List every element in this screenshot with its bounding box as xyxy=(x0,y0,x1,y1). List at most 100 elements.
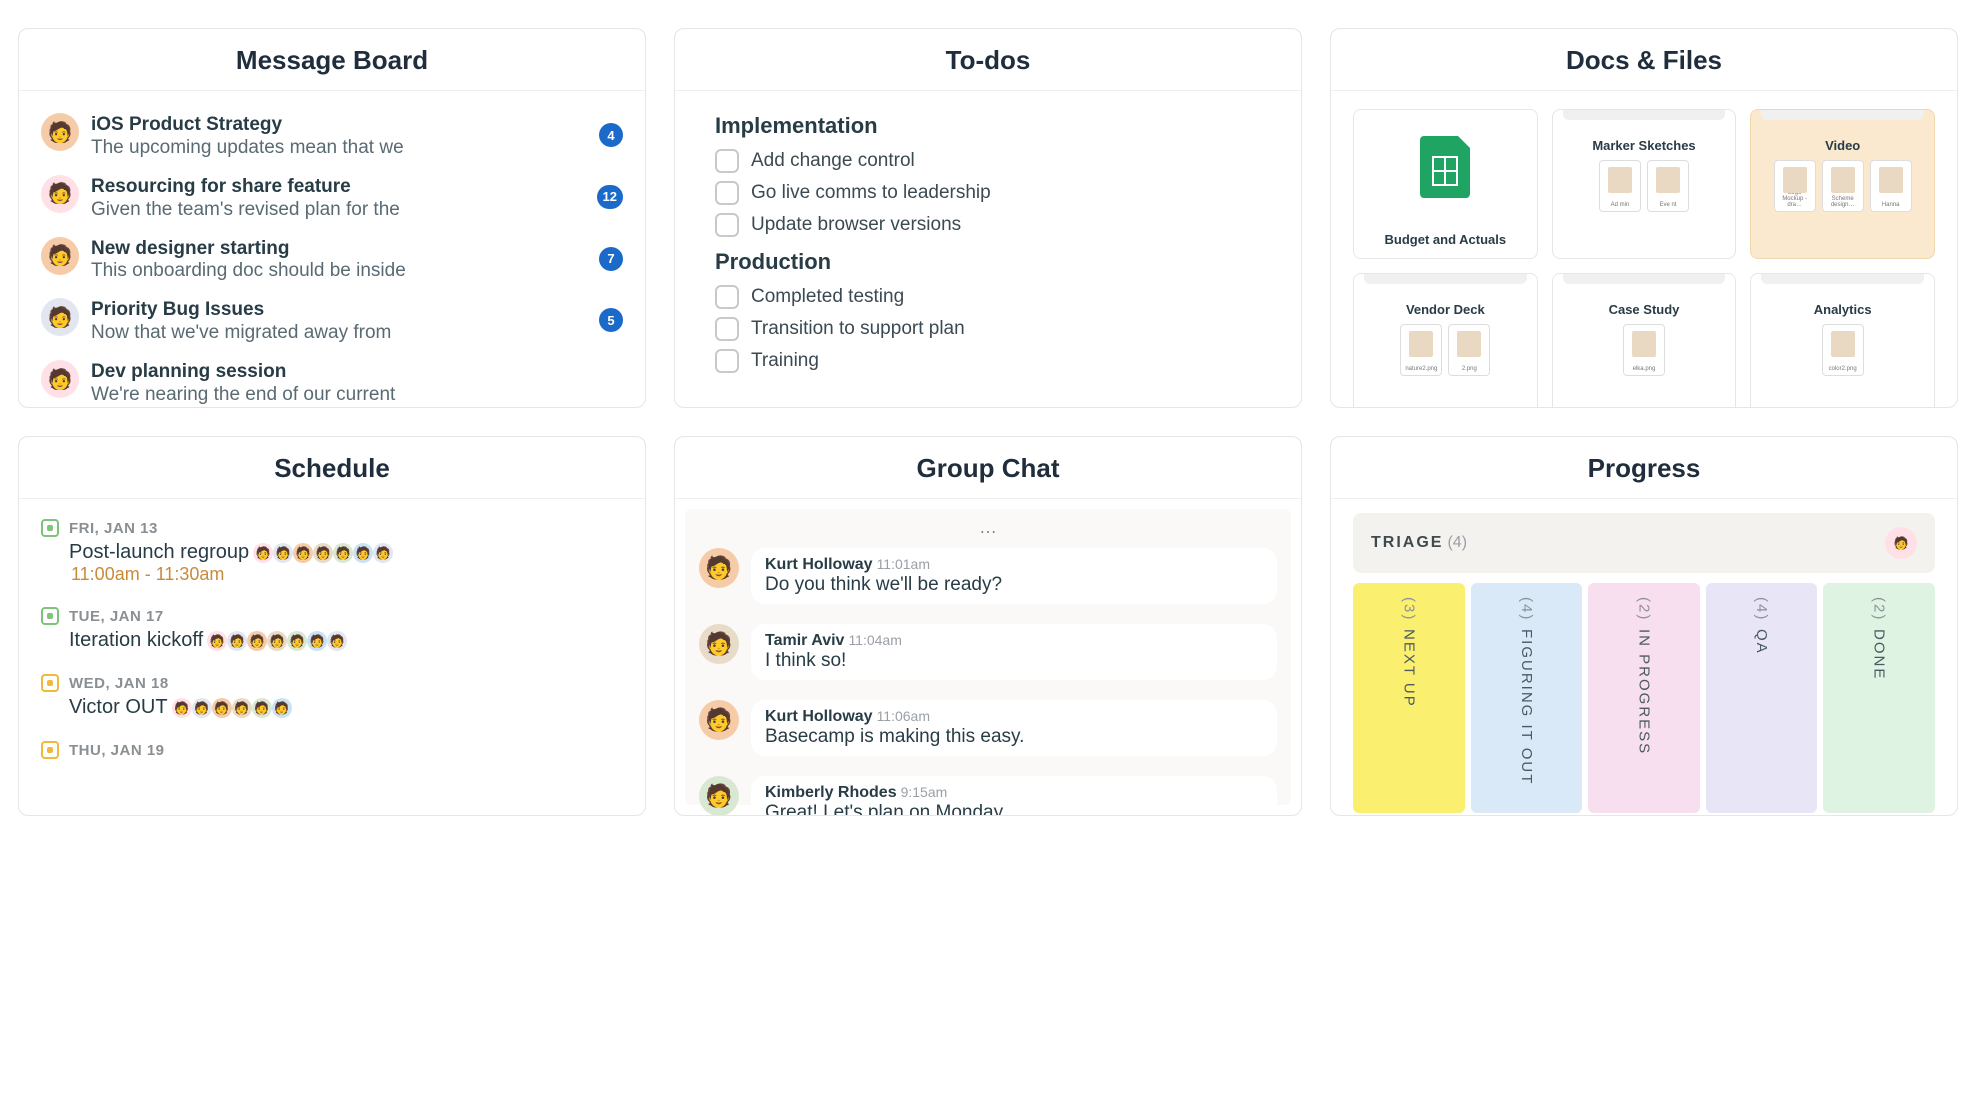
kanban-column[interactable]: (4)QA xyxy=(1706,583,1818,813)
doc-tile[interactable]: Analytics color2.png xyxy=(1750,273,1935,407)
progress-card[interactable]: Progress TRIAGE(4) 🧑 (3)NEXT UP(4)FIGURI… xyxy=(1330,436,1958,816)
doc-name: Analytics xyxy=(1814,302,1872,318)
unread-badge: 4 xyxy=(599,123,623,147)
chat-author: Kurt Holloway xyxy=(765,556,873,573)
event-title: Post-launch regroup xyxy=(69,541,249,564)
checkbox-icon[interactable] xyxy=(715,181,739,205)
doc-thumb: Eve nt xyxy=(1647,160,1689,212)
chat-ellipsis: … xyxy=(693,517,1283,538)
attendee-avatar: 🧑 xyxy=(207,631,227,651)
message-item[interactable]: 🧑Dev planning sessionWe're nearing the e… xyxy=(41,352,623,407)
checkbox-icon[interactable] xyxy=(715,149,739,173)
avatar: 🧑 xyxy=(41,360,79,398)
doc-tile[interactable]: Marker SketchesAd minEve nt xyxy=(1552,109,1737,259)
avatar: 🧑 xyxy=(699,700,739,740)
column-count: (4) xyxy=(1518,597,1535,621)
schedule-card[interactable]: Schedule FRI, JAN 13Post-launch regroup … xyxy=(18,436,646,816)
todo-list-heading[interactable]: Production xyxy=(715,249,1279,275)
schedule-event[interactable]: WED, JAN 18Victor OUT 🧑🧑🧑🧑🧑🧑 xyxy=(41,668,623,735)
doc-tile[interactable]: VideoLogo Mockup - dra…Scheme design…Han… xyxy=(1750,109,1935,259)
chat-author: Kurt Holloway xyxy=(765,708,873,725)
attendee-avatar: 🧑 xyxy=(313,543,333,563)
todo-item[interactable]: Transition to support plan xyxy=(715,313,1279,345)
attendee-avatars: 🧑🧑🧑🧑🧑🧑🧑 xyxy=(209,631,347,651)
message-item[interactable]: 🧑New designer startingThis onboarding do… xyxy=(41,229,623,291)
triage-count: (4) xyxy=(1447,534,1467,551)
todo-list-heading[interactable]: Implementation xyxy=(715,113,1279,139)
docs-body: Budget and ActualsMarker SketchesAd minE… xyxy=(1331,91,1957,407)
kanban-column[interactable]: (2)DONE xyxy=(1823,583,1935,813)
doc-thumb: Scheme design… xyxy=(1822,160,1864,212)
attendee-avatar: 🧑 xyxy=(192,698,212,718)
todo-text: Transition to support plan xyxy=(751,318,965,340)
message-item[interactable]: 🧑Priority Bug IssuesNow that we've migra… xyxy=(41,290,623,352)
todo-item[interactable]: Training xyxy=(715,345,1279,377)
chat-text: Do you think we'll be ready? xyxy=(765,574,1263,596)
message-board-card[interactable]: Message Board 🧑iOS Product StrategyThe u… xyxy=(18,28,646,408)
calendar-icon xyxy=(41,674,59,692)
kanban-columns: (3)NEXT UP(4)FIGURING IT OUT(2)IN PROGRE… xyxy=(1353,583,1935,813)
todo-item[interactable]: Go live comms to leadership xyxy=(715,177,1279,209)
attendee-avatar: 🧑 xyxy=(353,543,373,563)
column-count: (3) xyxy=(1400,597,1417,621)
chat-text: I think so! xyxy=(765,650,1263,672)
todo-text: Completed testing xyxy=(751,286,904,308)
chat-message[interactable]: 🧑Kimberly Rhodes9:15amGreat! Let's plan … xyxy=(693,766,1283,815)
chat-text: Basecamp is making this easy. xyxy=(765,726,1263,748)
todo-text: Update browser versions xyxy=(751,214,961,236)
doc-thumb: color2.png xyxy=(1822,324,1864,376)
chat-message[interactable]: 🧑Tamir Aviv11:04amI think so! xyxy=(693,614,1283,690)
attendee-avatar: 🧑 xyxy=(287,631,307,651)
kanban-column[interactable]: (3)NEXT UP xyxy=(1353,583,1465,813)
todo-item[interactable]: Completed testing xyxy=(715,281,1279,313)
chat-message[interactable]: 🧑 Kurt Holloway11:06am Basecamp is making … xyxy=(693,690,1283,766)
chat-author: Tamir Aviv xyxy=(765,632,844,649)
kanban-column[interactable]: (4)FIGURING IT OUT xyxy=(1471,583,1583,813)
doc-tile[interactable]: Vendor Decknature2.png2.png xyxy=(1353,273,1538,407)
kanban-column[interactable]: (2)IN PROGRESS xyxy=(1588,583,1700,813)
avatar: 🧑 xyxy=(699,548,739,588)
todos-card[interactable]: To-dos ImplementationAdd change controlG… xyxy=(674,28,1302,408)
attendee-avatar: 🧑 xyxy=(247,631,267,651)
doc-tile[interactable]: Case Studyelka.png xyxy=(1552,273,1737,407)
message-item[interactable]: 🧑Resourcing for share featureGiven the t… xyxy=(41,167,623,229)
doc-tile[interactable]: Budget and Actuals xyxy=(1353,109,1538,259)
attendee-avatar: 🧑 xyxy=(307,631,327,651)
docs-card[interactable]: Docs & Files Budget and ActualsMarker Sk… xyxy=(1330,28,1958,408)
attendee-avatar: 🧑 xyxy=(373,543,393,563)
docs-title: Docs & Files xyxy=(1331,29,1957,91)
schedule-event[interactable]: THU, JAN 19 xyxy=(41,735,623,775)
message-board-list: 🧑iOS Product StrategyThe upcoming update… xyxy=(19,91,645,407)
todo-item[interactable]: Add change control xyxy=(715,145,1279,177)
message-title: New designer starting xyxy=(91,237,587,261)
chat-author: Kimberly Rhodes xyxy=(765,784,897,801)
schedule-date: FRI, JAN 13 xyxy=(41,519,623,537)
chat-time: 11:06am xyxy=(877,708,930,724)
schedule-event[interactable]: FRI, JAN 13Post-launch regroup 🧑🧑🧑🧑🧑🧑🧑11… xyxy=(41,513,623,601)
message-item[interactable]: 🧑iOS Product StrategyThe upcoming update… xyxy=(41,105,623,167)
avatar: 🧑 xyxy=(41,113,79,151)
chat-time: 9:15am xyxy=(901,784,948,800)
chat-card[interactable]: Group Chat … 🧑Kurt Holloway11:01amDo you… xyxy=(674,436,1302,816)
attendee-avatar: 🧑 xyxy=(232,698,252,718)
schedule-date: THU, JAN 19 xyxy=(41,741,623,759)
column-count: (4) xyxy=(1753,597,1770,621)
checkbox-icon[interactable] xyxy=(715,317,739,341)
checkbox-icon[interactable] xyxy=(715,285,739,309)
avatar: 🧑 xyxy=(41,237,79,275)
chat-message[interactable]: 🧑Kurt Holloway11:01amDo you think we'll … xyxy=(693,538,1283,614)
checkbox-icon[interactable] xyxy=(715,213,739,237)
checkbox-icon[interactable] xyxy=(715,349,739,373)
doc-thumb: elka.png xyxy=(1623,324,1665,376)
triage-row[interactable]: TRIAGE(4) 🧑 xyxy=(1353,513,1935,573)
chat-title: Group Chat xyxy=(675,437,1301,499)
schedule-title: Schedule xyxy=(19,437,645,499)
todo-item[interactable]: Update browser versions xyxy=(715,209,1279,241)
attendee-avatars: 🧑🧑🧑🧑🧑🧑🧑 xyxy=(255,543,393,563)
todo-text: Add change control xyxy=(751,150,915,172)
column-count: (2) xyxy=(1871,597,1888,621)
triage-label: TRIAGE xyxy=(1371,534,1443,551)
attendee-avatar: 🧑 xyxy=(212,698,232,718)
attendee-avatar: 🧑 xyxy=(267,631,287,651)
schedule-event[interactable]: TUE, JAN 17Iteration kickoff 🧑🧑🧑🧑🧑🧑🧑 xyxy=(41,601,623,668)
